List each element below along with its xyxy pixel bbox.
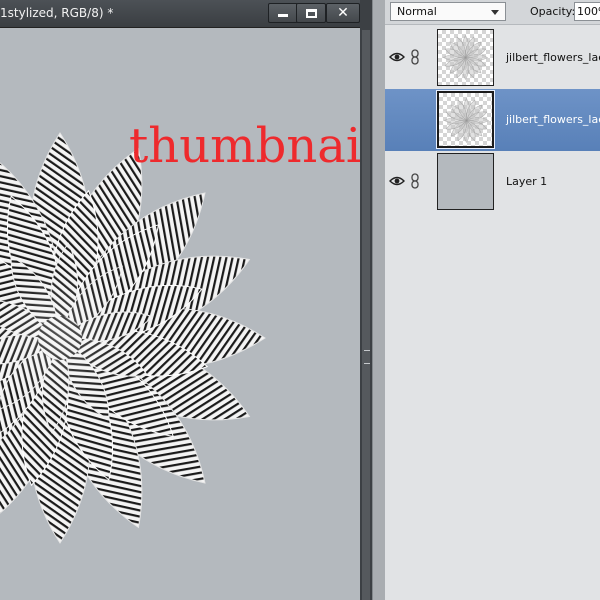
layer-name[interactable]: jilbert_flowers_lace xyxy=(506,113,600,126)
close-icon: ✕ xyxy=(337,5,349,21)
opacity-field[interactable]: 100% xyxy=(574,2,600,21)
close-button[interactable]: ✕ xyxy=(326,3,360,23)
document-window: 1stylized, RGB/8) * ✕ thumbnail xyxy=(0,0,360,600)
panel-divider[interactable] xyxy=(372,0,385,600)
scrollbar-track[interactable] xyxy=(362,30,370,600)
scrollbar-grip-icon[interactable] xyxy=(364,350,370,364)
thumbnail-callout-label: thumbnail xyxy=(129,118,360,174)
minimize-icon xyxy=(278,14,288,17)
layer-row[interactable]: jilbert_flowers_lace xyxy=(385,27,600,89)
layers-panel: Normal Opacity: 100% jilbert_flowers_lac… xyxy=(385,0,600,600)
canvas-vertical-scrollbar[interactable] xyxy=(360,0,372,600)
lace-flower-artwork xyxy=(0,132,266,544)
eye-icon[interactable] xyxy=(389,175,405,187)
link-icon[interactable] xyxy=(410,173,420,189)
layer-row[interactable]: Layer 1 xyxy=(385,151,600,213)
maximize-icon xyxy=(306,9,317,18)
chevron-down-icon xyxy=(491,10,499,15)
blend-mode-dropdown[interactable]: Normal xyxy=(390,2,506,21)
layer-name[interactable]: jilbert_flowers_lace xyxy=(506,51,600,64)
blend-mode-value: Normal xyxy=(397,5,437,18)
document-title: 1stylized, RGB/8) * xyxy=(0,6,114,20)
flower-thumbnail-icon xyxy=(443,97,490,144)
layer-thumbnail[interactable] xyxy=(437,29,494,86)
layers-toolbar: Normal Opacity: 100% xyxy=(385,0,600,25)
flower-thumbnail-icon xyxy=(442,34,489,81)
link-icon[interactable] xyxy=(410,49,420,65)
maximize-button[interactable] xyxy=(296,3,326,23)
document-canvas[interactable]: thumbnail xyxy=(0,28,360,600)
layer-thumbnail[interactable] xyxy=(436,90,495,149)
opacity-label: Opacity: xyxy=(530,5,576,18)
layer-row-selected[interactable]: jilbert_flowers_lace xyxy=(385,89,600,151)
layer-name[interactable]: Layer 1 xyxy=(506,175,547,188)
minimize-button[interactable] xyxy=(268,3,298,23)
layer-thumbnail[interactable] xyxy=(437,153,494,210)
document-titlebar[interactable]: 1stylized, RGB/8) * ✕ xyxy=(0,0,360,28)
eye-icon[interactable] xyxy=(389,51,405,63)
